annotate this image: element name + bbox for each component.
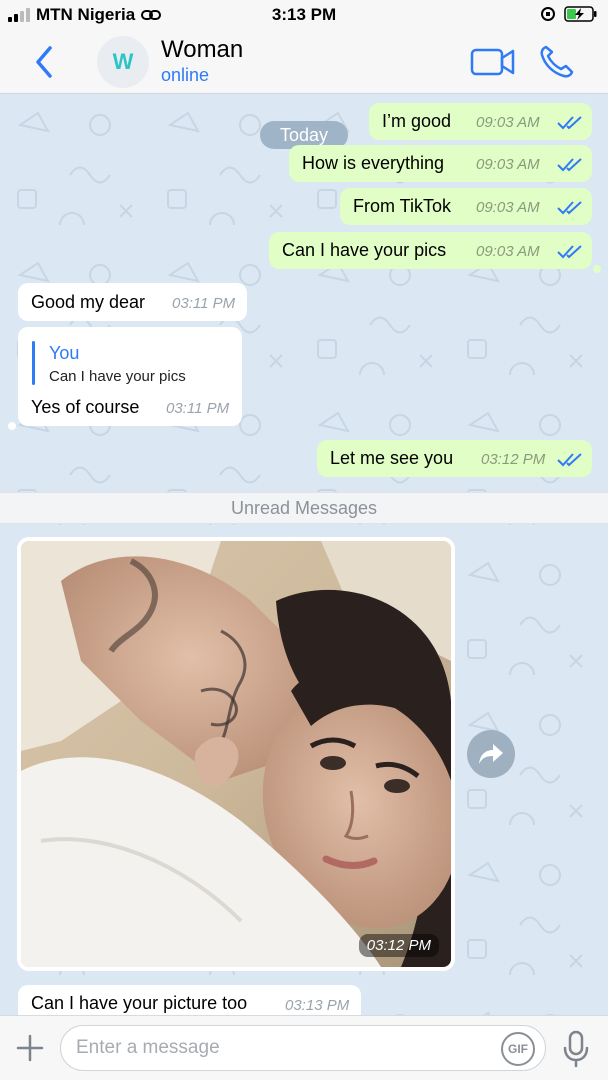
message-time: 03:11 PM bbox=[166, 400, 230, 417]
message-time: 03:12 PM bbox=[481, 451, 546, 468]
gif-button[interactable]: GIF bbox=[501, 1032, 535, 1066]
message-bubble-outgoing[interactable]: I’m good 09:03 AM bbox=[369, 103, 592, 140]
message-bubble-outgoing[interactable]: Can I have your pics 09:03 AM bbox=[269, 232, 592, 269]
reply-author[interactable]: You bbox=[49, 343, 79, 364]
message-text: From TikTok bbox=[353, 196, 452, 216]
read-ticks-icon bbox=[557, 201, 582, 215]
message-bubble-outgoing[interactable]: Let me see you 03:12 PM bbox=[317, 440, 592, 477]
message-time: 09:03 AM bbox=[476, 199, 540, 216]
message-text: Yes of course bbox=[31, 397, 140, 417]
message-time: 03:13 PM bbox=[285, 997, 350, 1014]
message-time: 09:03 AM bbox=[476, 156, 540, 173]
attach-button[interactable] bbox=[16, 1034, 44, 1062]
message-time: 03:11 PM bbox=[172, 295, 236, 312]
avatar-letter: W bbox=[112, 49, 134, 74]
status-right bbox=[540, 6, 598, 22]
message-time: 09:03 AM bbox=[476, 114, 540, 131]
read-ticks-icon bbox=[557, 158, 582, 172]
chat-area[interactable]: I’m good 09:03 AM Today How is everythin… bbox=[0, 95, 608, 1015]
orientation-lock-icon bbox=[541, 7, 555, 21]
gif-label: GIF bbox=[508, 1042, 528, 1056]
bubble-tail bbox=[8, 422, 16, 430]
message-text: I’m good bbox=[382, 111, 452, 131]
video-call-icon bbox=[470, 48, 515, 76]
message-bubble-outgoing[interactable]: How is everything 09:03 AM bbox=[289, 145, 592, 182]
reply-quoted-text[interactable]: Can I have your pics bbox=[49, 368, 186, 385]
forward-button[interactable] bbox=[467, 730, 515, 778]
message-bubble-incoming[interactable]: Good my dear 03:11 PM bbox=[18, 283, 247, 321]
message-bubble-photo[interactable]: 03:12 PM bbox=[17, 537, 455, 971]
read-ticks-icon bbox=[557, 453, 582, 467]
contact-status: online bbox=[161, 65, 210, 85]
message-composer: GIF bbox=[0, 1015, 608, 1080]
message-time: 09:03 AM bbox=[476, 243, 540, 260]
battery-charging-icon bbox=[564, 6, 597, 22]
message-bubble-incoming-reply[interactable]: You Can I have your pics Yes of course 0… bbox=[18, 327, 242, 426]
status-bar: MTN Nigeria 3:13 PM bbox=[0, 0, 608, 30]
message-bubble-outgoing[interactable]: From TikTok 09:03 AM bbox=[340, 188, 592, 225]
message-input[interactable] bbox=[60, 1025, 546, 1071]
bubble-tail bbox=[593, 265, 601, 273]
microphone-icon bbox=[563, 1030, 589, 1068]
voice-record-button[interactable] bbox=[562, 1030, 590, 1068]
selfie-photo bbox=[21, 541, 451, 967]
message-text: Good my dear bbox=[31, 292, 146, 312]
chevron-left-icon bbox=[36, 46, 52, 78]
message-text: Can I have your pics bbox=[282, 240, 447, 260]
voice-call-button[interactable] bbox=[538, 44, 576, 80]
status-time: 3:13 PM bbox=[271, 5, 337, 24]
unread-messages-divider: Unread Messages bbox=[0, 492, 608, 524]
message-text: How is everything bbox=[302, 153, 445, 173]
reply-quote-bar bbox=[32, 341, 35, 385]
contact-name[interactable]: Woman bbox=[161, 36, 243, 64]
read-ticks-icon bbox=[557, 245, 582, 259]
plus-icon bbox=[16, 1034, 44, 1062]
chat-header: W Woman online bbox=[0, 30, 608, 94]
photo-timestamp: 03:12 PM bbox=[358, 934, 439, 957]
message-text: Let me see you bbox=[330, 448, 454, 468]
back-button[interactable] bbox=[30, 44, 60, 80]
video-call-button[interactable] bbox=[470, 46, 516, 78]
avatar[interactable]: W bbox=[97, 36, 149, 88]
message-bubble-incoming[interactable]: Can I have your picture too 03:13 PM bbox=[18, 985, 361, 1015]
phone-icon bbox=[540, 45, 574, 78]
message-text: Can I have your picture too bbox=[31, 993, 248, 1013]
photo-image[interactable]: 03:12 PM bbox=[21, 541, 451, 967]
read-ticks-icon bbox=[557, 116, 582, 130]
forward-arrow-icon bbox=[479, 744, 503, 764]
